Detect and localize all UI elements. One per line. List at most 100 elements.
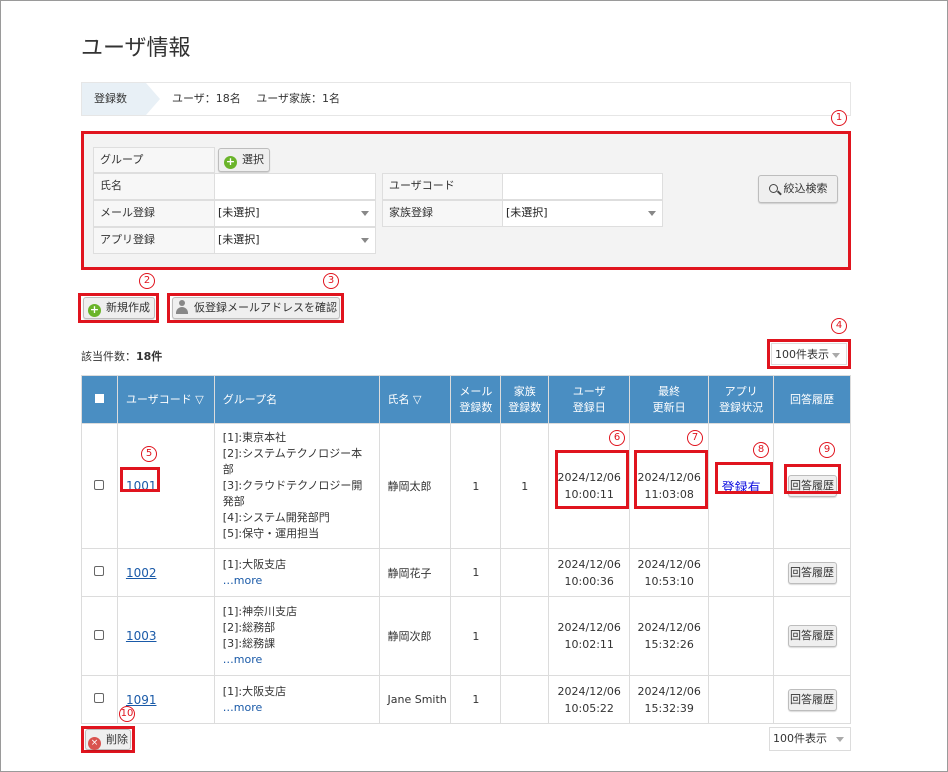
header-registered-date: ユーザ 登録日: [548, 375, 631, 424]
app-status-cell: [708, 596, 775, 676]
marker-10: 10: [119, 706, 135, 722]
family-registration-select[interactable]: [未選択]: [502, 200, 663, 227]
dropdown-caret-icon: [836, 737, 844, 742]
select-all-checkbox[interactable]: [94, 393, 104, 403]
family-count: ユーザ家族：1名: [256, 92, 341, 105]
header-updated-date: 最終 更新日: [629, 375, 710, 424]
name-label: 氏名: [93, 173, 215, 200]
marker-5: 5: [141, 446, 157, 462]
user-code-link[interactable]: 1091: [126, 693, 157, 707]
per-page-select-top[interactable]: 100件表示: [771, 343, 847, 365]
mail-count-cell: 1: [450, 548, 502, 597]
registered-date-cell: 2024/12/06 10:05:22: [548, 675, 631, 724]
answer-history-button[interactable]: 回答履歴: [787, 688, 837, 711]
family-registration-label: 家族登録: [382, 200, 503, 227]
group-cell: [1]:大阪支店 …more: [213, 675, 380, 724]
per-page-select-bottom[interactable]: 100件表示: [769, 727, 851, 751]
answer-history-highlight: [784, 464, 841, 494]
app-status-highlight: [715, 462, 773, 494]
name-cell: 静岡太郎: [378, 423, 452, 549]
new-create-button[interactable]: + 新規作成: [83, 297, 155, 319]
row-checkbox[interactable]: [94, 566, 105, 576]
group-cell: [1]:神奈川支店 [2]:総務部 [3]:総務課 …more: [213, 596, 380, 676]
filter-search-button[interactable]: 絞込検索: [758, 175, 838, 203]
person-icon: [175, 300, 189, 314]
marker-3: 3: [323, 273, 339, 289]
dropdown-caret-icon: [832, 353, 840, 358]
more-link[interactable]: …more: [223, 652, 371, 668]
registration-count-bar: 登録数 ユーザ：18名 ユーザ家族：1名: [81, 82, 851, 116]
result-count: 該当件数：18件: [81, 350, 163, 363]
updated-date-cell: 2024/12/06 15:32:39: [629, 675, 710, 724]
table-row: 1091 [1]:大阪支店 …more Jane Smith 1 2024/12…: [81, 675, 851, 724]
more-link[interactable]: …more: [223, 573, 371, 589]
user-code-highlight: [120, 467, 160, 492]
family-count-cell: [500, 596, 550, 676]
user-table: ユーザコード ▽ グループ名 氏名 ▽ メール 登録数 家族 登録数 ユーザ 登録日 …: [81, 375, 851, 724]
mail-registration-label: メール登録: [93, 200, 215, 227]
more-link[interactable]: …more: [223, 700, 371, 716]
user-code-link[interactable]: 1003: [126, 629, 157, 643]
app-registration-label: アプリ登録: [93, 227, 215, 254]
provisional-email-check-button[interactable]: 仮登録メールアドレスを確認: [172, 297, 340, 319]
family-count-cell: [500, 548, 550, 597]
mail-count-cell: 1: [450, 675, 502, 724]
header-answer-history: 回答履歴: [773, 375, 851, 424]
registered-date-cell: 2024/12/06 10:00:36: [548, 548, 631, 597]
registered-date-highlight: [555, 450, 629, 509]
delete-button[interactable]: × 削除: [85, 729, 131, 750]
close-circle-icon: ×: [88, 737, 101, 750]
header-mail-count: メール 登録数: [450, 375, 502, 424]
header-name[interactable]: 氏名 ▽: [378, 375, 452, 424]
mail-registration-select[interactable]: [未選択]: [214, 200, 376, 227]
group-select-button[interactable]: + 選択: [218, 148, 270, 172]
row-checkbox[interactable]: [94, 693, 105, 703]
name-cell: 静岡花子: [378, 548, 452, 597]
header-app-status: アプリ 登録状況: [708, 375, 775, 424]
answer-history-button[interactable]: 回答履歴: [787, 561, 837, 584]
answer-history-button[interactable]: 回答履歴: [787, 625, 837, 647]
updated-date-highlight: [634, 450, 708, 509]
user-count: ユーザ：18名: [172, 92, 241, 105]
group-cell: [1]:大阪支店 …more: [213, 548, 380, 597]
family-count-cell: [500, 675, 550, 724]
name-cell: 静岡次郎: [378, 596, 452, 676]
marker-9: 9: [819, 442, 835, 458]
marker-4: 4: [831, 318, 847, 334]
table-row: 1002 [1]:大阪支店 …more 静岡花子 1 2024/12/06 10:…: [81, 548, 851, 597]
app-registration-select[interactable]: [未選択]: [214, 227, 376, 254]
plus-circle-icon: +: [224, 155, 237, 169]
marker-8: 8: [753, 442, 769, 458]
registered-date-cell: 2024/12/06 10:02:11: [548, 596, 631, 676]
app-status-cell: [708, 548, 775, 597]
table-header-row: ユーザコード ▽ グループ名 氏名 ▽ メール 登録数 家族 登録数 ユーザ 登録日 …: [81, 375, 851, 424]
user-code-link[interactable]: 1002: [126, 566, 157, 580]
app-status-cell: [708, 675, 775, 724]
dropdown-caret-icon: [361, 211, 369, 216]
page-title: ユーザ情報: [81, 36, 191, 61]
mail-count-cell: 1: [450, 423, 502, 549]
header-group: グループ名: [213, 375, 380, 424]
count-bar-label: 登録数: [82, 83, 160, 115]
marker-7: 7: [687, 430, 703, 446]
header-user-code[interactable]: ユーザコード ▽: [116, 375, 215, 424]
marker-6: 6: [609, 430, 625, 446]
dropdown-caret-icon: [361, 238, 369, 243]
user-code-label: ユーザコード: [382, 173, 503, 200]
select-all-header: [81, 375, 118, 424]
plus-circle-icon: +: [88, 303, 101, 317]
name-input[interactable]: [214, 173, 376, 200]
header-family-count: 家族 登録数: [500, 375, 550, 424]
group-cell: [1]:東京本社 [2]:システムテクノロジー本部 [3]:クラウドテクノロジー…: [213, 423, 380, 549]
mail-count-cell: 1: [450, 596, 502, 676]
row-checkbox[interactable]: [94, 479, 105, 490]
row-checkbox[interactable]: [94, 629, 105, 640]
table-row: 1003 [1]:神奈川支店 [2]:総務部 [3]:総務課 …more 静岡次…: [81, 596, 851, 676]
name-cell: Jane Smith: [378, 675, 452, 724]
group-label: グループ: [93, 147, 215, 173]
updated-date-cell: 2024/12/06 10:53:10: [629, 548, 710, 597]
marker-1: 1: [831, 110, 847, 126]
updated-date-cell: 2024/12/06 15:32:26: [629, 596, 710, 676]
user-code-input[interactable]: [502, 173, 663, 200]
family-count-cell: 1: [500, 423, 550, 549]
